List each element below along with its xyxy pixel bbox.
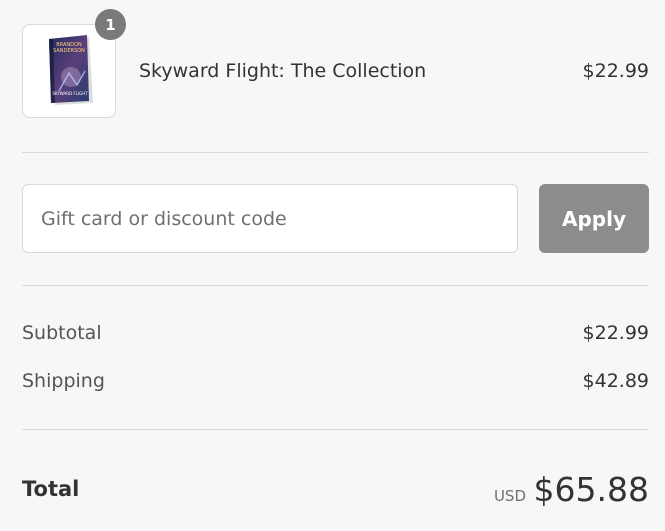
currency-code: USD xyxy=(493,487,526,505)
subtotal-label: Subtotal xyxy=(22,322,102,344)
order-summary: BRANDON SANDERSON SKYWARD FLIGHT 1 Skywa… xyxy=(0,0,665,531)
line-item: BRANDON SANDERSON SKYWARD FLIGHT 1 Skywa… xyxy=(22,9,649,120)
cover-title: SKYWARD FLIGHT xyxy=(52,91,88,96)
cover-author-last: SANDERSON xyxy=(53,48,85,54)
shipping-value: $42.89 xyxy=(582,370,649,392)
discount-code-input[interactable] xyxy=(22,184,518,253)
total-label: Total xyxy=(22,477,80,501)
subtotal-value: $22.99 xyxy=(582,322,649,344)
total-value: $65.88 xyxy=(533,470,649,509)
book-cover-icon: BRANDON SANDERSON SKYWARD FLIGHT xyxy=(49,35,93,105)
product-title: Skyward Flight: The Collection xyxy=(139,60,427,82)
apply-button[interactable]: Apply xyxy=(539,184,649,253)
shipping-label: Shipping xyxy=(22,370,105,392)
divider xyxy=(22,429,649,430)
product-thumbnail: BRANDON SANDERSON SKYWARD FLIGHT xyxy=(22,24,116,118)
divider xyxy=(22,285,649,286)
divider xyxy=(22,152,649,153)
quantity-badge: 1 xyxy=(95,9,126,40)
product-price: $22.99 xyxy=(582,60,649,82)
